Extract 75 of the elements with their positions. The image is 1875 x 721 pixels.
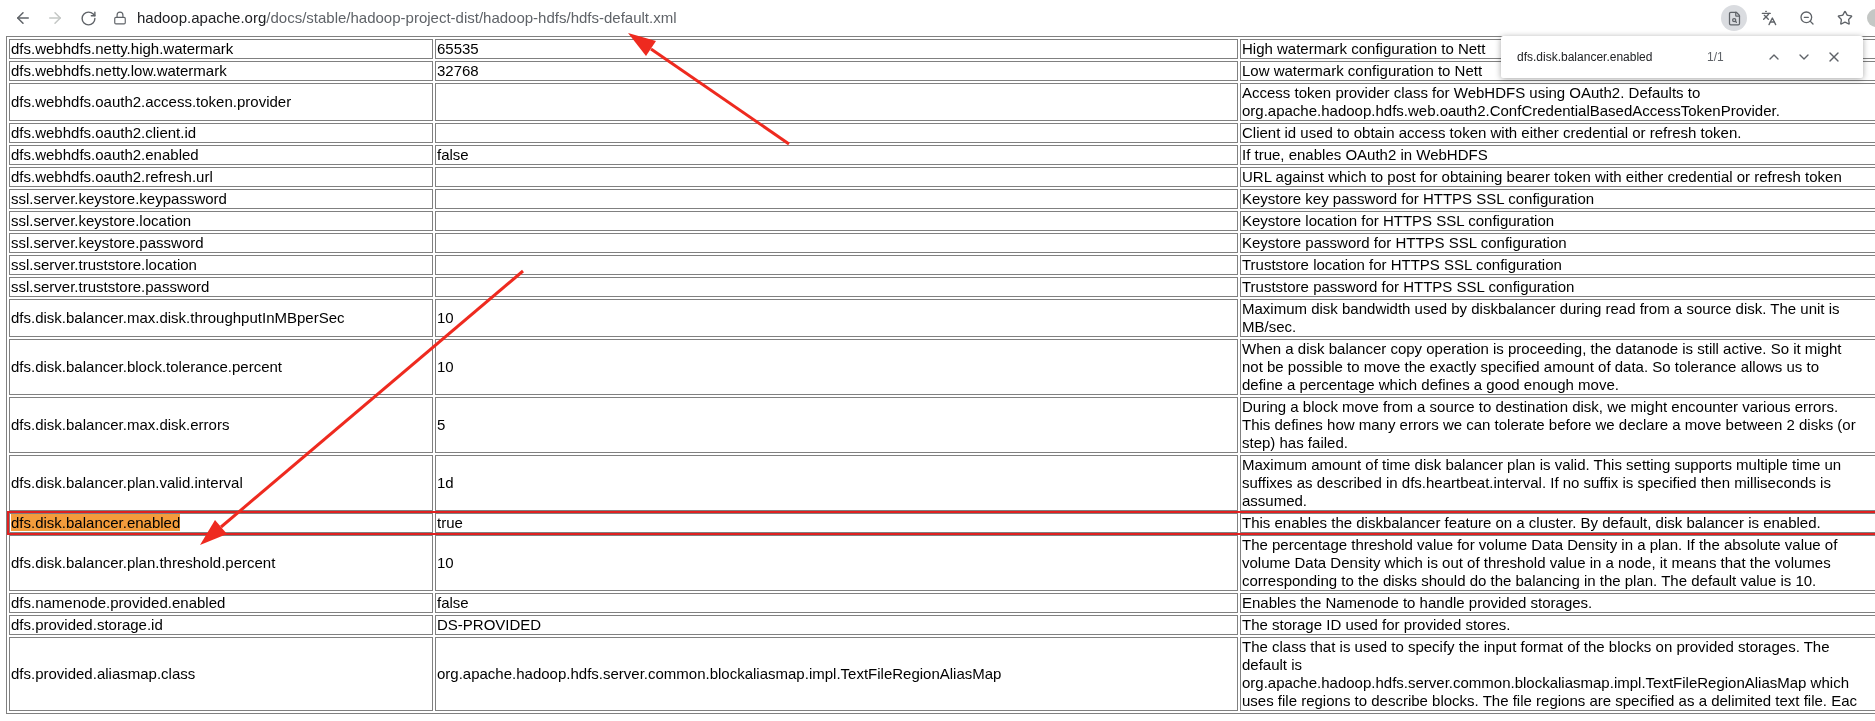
- property-value: 5: [437, 416, 446, 433]
- property-value: 10: [437, 358, 454, 375]
- property-name: ssl.server.truststore.password: [11, 278, 210, 295]
- property-name: dfs.webhdfs.netty.low.watermark: [11, 62, 227, 79]
- property-name: dfs.webhdfs.oauth2.client.id: [11, 124, 197, 141]
- property-name: dfs.webhdfs.oauth2.enabled: [11, 146, 199, 163]
- match-count: 1/1: [1707, 49, 1725, 66]
- property-name: ssl.server.keystore.keypassword: [11, 190, 227, 207]
- property-name: dfs.disk.balancer.max.disk.throughputInMBperSec: [11, 309, 345, 326]
- property-name: ssl.server.keystore.password: [11, 234, 204, 251]
- description-line: Access token provider class for WebHDFS using OAuth2. Defaults to: [1242, 84, 1701, 102]
- description-line: Keystore location for HTTPS SSL configuration: [1242, 212, 1555, 230]
- property-value: DS-PROVIDED: [437, 616, 542, 633]
- property-value: org.apache.hadoop.hdfs.server.common.blockaliasmap.impl.TextFileRegionAliasMap: [437, 665, 1002, 682]
- property-name: dfs.disk.balancer.block.tolerance.percent: [11, 358, 282, 375]
- find-query-field[interactable]: dfs.disk.balancer.enabled: [1517, 48, 1707, 66]
- description-line: Enables the Namenode to handle provided storages.: [1242, 594, 1593, 612]
- description-line: Keystore key password for HTTPS SSL configuration: [1242, 190, 1595, 208]
- description-line: step) has failed.: [1242, 434, 1348, 452]
- description-line: When a disk balancer copy operation is proceeding, the datanode is still active. So it might: [1242, 340, 1842, 358]
- property-name: dfs.namenode.provided.enabled: [11, 594, 226, 611]
- description-line: During a block move from a source to destination disk, we might encounter various errors.: [1242, 398, 1839, 416]
- zoom-out-icon[interactable]: [1799, 10, 1815, 26]
- address-bar[interactable]: hadoop.apache.org/docs/stable/hadoop-project-dist/hadoop-hdfs/hdfs-default.xml: [137, 6, 677, 30]
- property-name: dfs.webhdfs.netty.high.watermark: [11, 40, 234, 57]
- description-line: assumed.: [1242, 492, 1308, 510]
- back-icon[interactable]: [14, 9, 32, 27]
- property-name: dfs.disk.balancer.enabled: [11, 514, 181, 531]
- description-line: Low watermark configuration to Nett: [1242, 62, 1483, 80]
- description-line: This enables the diskbalancer feature on a cluster. By default, disk balancer is enabled.: [1242, 514, 1821, 532]
- reload-icon[interactable]: [80, 9, 97, 27]
- description-line: default is: [1242, 656, 1303, 674]
- property-name: dfs.disk.balancer.plan.valid.interval: [11, 474, 243, 491]
- property-value: 1d: [437, 474, 454, 491]
- property-value: 10: [437, 309, 454, 326]
- description-line: org.apache.hadoop.hdfs.web.oauth2.ConfCredentialBasedAccessTokenProvider.: [1242, 102, 1780, 120]
- property-value: true: [437, 514, 463, 531]
- description-line: Client id used to obtain access token with either credential or refresh token.: [1242, 124, 1742, 142]
- description-line: Truststore location for HTTPS SSL configuration: [1242, 256, 1562, 274]
- description-line: Maximum disk bandwidth used by diskbalancer during read from a source disk. The unit is: [1242, 300, 1840, 318]
- description-line: volume Data Density which is out of threshold value in a node, it means that the volumes: [1242, 554, 1831, 572]
- description-line: This defines how many errors we can tolerate before we declare a move between 2 disks (or: [1242, 416, 1856, 434]
- description-line: The class that is used to specify the input format of the blocks on provided storages. The: [1242, 638, 1830, 656]
- property-name: ssl.server.keystore.location: [11, 212, 192, 229]
- property-name: ssl.server.truststore.location: [11, 256, 197, 273]
- property-value: false: [437, 594, 469, 611]
- property-name: dfs.webhdfs.oauth2.refresh.url: [11, 168, 213, 185]
- description-line: corresponding to the disks should do the balancing in the plan. The default value is 10.: [1242, 572, 1817, 590]
- description-line: MB/sec.: [1242, 318, 1297, 336]
- description-line: not be possible to move the exactly specified amount of data. So tolerance allows us to: [1242, 358, 1819, 376]
- description-line: Keystore password for HTTPS SSL configuration: [1242, 234, 1567, 252]
- property-name: dfs.disk.balancer.plan.threshold.percent: [11, 554, 276, 571]
- property-name: dfs.provided.aliasmap.class: [11, 665, 196, 682]
- translate-icon[interactable]: [1761, 10, 1777, 26]
- property-name: dfs.webhdfs.oauth2.access.token.provider: [11, 93, 292, 110]
- description-line: The storage ID used for provided stores.: [1242, 616, 1511, 634]
- property-value: false: [437, 146, 469, 163]
- description-line: Truststore password for HTTPS SSL configuration: [1242, 278, 1575, 296]
- find-in-page-icon[interactable]: [1721, 5, 1747, 31]
- bookmark-star-icon[interactable]: [1837, 10, 1853, 26]
- property-value: 65535: [437, 40, 479, 57]
- lock-icon: [113, 11, 127, 25]
- description-line: uses file regions to describe blocks. The file regions are specified as a delimited text file. Eac: [1242, 692, 1858, 710]
- property-value: 32768: [437, 62, 479, 79]
- property-value: 10: [437, 554, 454, 571]
- description-line: The percentage threshold value for volume Data Density in a plan. If the absolute value of: [1242, 536, 1838, 554]
- description-line: High watermark configuration to Nett: [1242, 40, 1486, 58]
- description-line: define a percentage which defines a good enough move.: [1242, 376, 1619, 394]
- property-name: dfs.disk.balancer.max.disk.errors: [11, 416, 230, 433]
- description-line: If true, enables OAuth2 in WebHDFS: [1242, 146, 1488, 164]
- description-line: suffixes as described in dfs.heartbeat.interval. If no suffix is specified then milliseconds is: [1242, 474, 1831, 492]
- description-line: URL against which to post for obtaining bearer token with either credential or refresh token: [1242, 168, 1842, 186]
- property-name: dfs.provided.storage.id: [11, 616, 163, 633]
- description-line: Maximum amount of time disk balancer plan is valid. This setting supports multiple time un: [1242, 456, 1842, 474]
- description-line: org.apache.hadoop.hdfs.server.common.blockaliasmap.impl.TextFileRegionAliasMap which: [1242, 674, 1849, 692]
